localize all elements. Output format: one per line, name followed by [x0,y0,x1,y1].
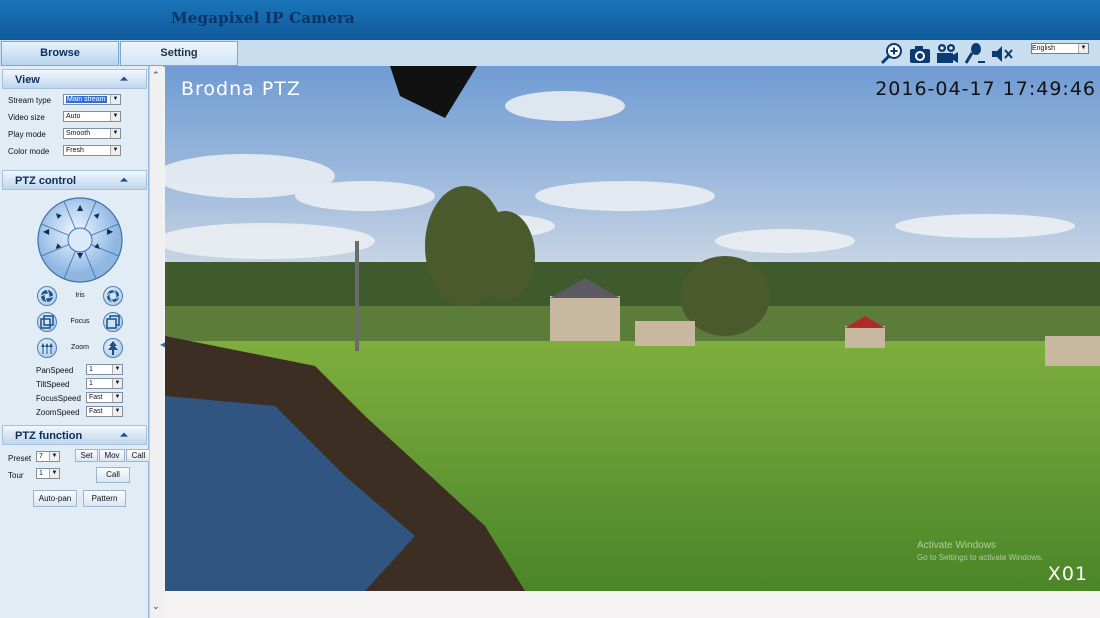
camera-scene-image [165,66,1100,591]
video-record-icon[interactable] [935,42,958,64]
pan-right-arrow-icon[interactable]: ▶ [107,227,113,236]
play-mode-value: Smooth [66,130,91,137]
ptz-control-section-header[interactable]: PTZ control ⏶ [2,170,147,190]
preset-set-button[interactable]: Set [75,449,98,462]
header-bar: Megapixel IP Camera [0,0,1100,40]
iris-close-icon [40,289,54,303]
pan-speed-select[interactable]: 1 ▼ [86,364,123,375]
preset-call-button[interactable]: Call [126,449,151,462]
focus-label: Focus [70,318,90,325]
scroll-up-icon[interactable]: ⌃ [152,71,160,81]
chevron-down-icon: ▼ [110,112,120,121]
osd-channel: X01 [1047,563,1088,585]
pattern-button[interactable]: Pattern [83,490,126,507]
iris-label: Iris [75,292,85,299]
preset-move-button[interactable]: Mov [99,449,125,462]
watermark-line1: Activate Windows [917,540,996,551]
chevron-down-icon: ▼ [112,365,122,374]
color-mode-value: Fresh [66,147,84,154]
tour-select[interactable]: 1 ▼ [36,468,60,479]
tour-call-button[interactable]: Call [96,467,130,483]
pan-speed-value: 1 [89,366,93,373]
tilt-speed-label: TiltSpeed [36,380,70,389]
sidebar: View ⏶ Stream type Main stream ▼ Video s… [0,66,151,618]
chevron-down-icon: ▼ [110,129,120,138]
focus-far-button[interactable] [103,312,123,332]
pan-speed-label: PanSpeed [36,366,74,375]
pan-down-arrow-icon[interactable]: ▼ [77,251,83,260]
chevron-down-icon: ▼ [110,146,120,155]
video-feed[interactable]: Brodna PTZ 2016-04-17 17:49:46 X01 Activ… [165,66,1100,591]
zoom-speed-label: ZoomSpeed [36,408,80,417]
stream-type-value: Main stream [66,96,107,103]
color-mode-select[interactable]: Fresh ▼ [63,145,121,156]
collapse-sidebar-icon[interactable]: ◀ [160,340,166,350]
zoom-speed-select[interactable]: Fast ▼ [86,406,123,417]
microphone-icon[interactable] [963,42,985,64]
ptz-function-section-header[interactable]: PTZ function ⏶ [2,425,147,445]
chevron-down-icon: ▼ [110,95,120,104]
camera-icon[interactable] [908,42,930,64]
collapse-up-icon[interactable]: ⏶ [120,70,128,90]
video-size-select[interactable]: Auto ▼ [63,111,121,122]
app-title: Megapixel IP Camera [171,9,355,27]
focus-speed-value: Fast [89,394,103,401]
zoom-in-icon[interactable] [880,42,902,65]
collapse-up-icon[interactable]: ⏶ [120,426,128,446]
preset-value: 7 [39,453,43,460]
osd-datetime: 2016-04-17 17:49:46 [875,78,1096,100]
view-section-title: View [15,74,40,86]
ptz-function-section-title: PTZ function [15,430,83,442]
zoom-out-icon [41,343,53,354]
play-mode-select[interactable]: Smooth ▼ [63,128,121,139]
osd-camera-title: Brodna PTZ [181,78,301,100]
collapse-up-icon[interactable]: ⏶ [120,171,128,191]
focus-speed-select[interactable]: Fast ▼ [86,392,123,403]
focus-far-icon [106,315,120,329]
pan-up-arrow-icon[interactable]: ▲ [77,203,83,212]
view-section-header[interactable]: View ⏶ [2,69,147,89]
pan-left-arrow-icon[interactable]: ◀ [43,227,49,236]
tab-browse[interactable]: Browse [1,41,119,66]
chevron-down-icon: ▼ [112,407,122,416]
tour-value: 1 [39,470,43,477]
auto-pan-button[interactable]: Auto-pan [33,490,77,507]
tilt-speed-value: 1 [89,380,93,387]
language-value: English [1032,45,1055,52]
tour-label: Tour [8,471,24,480]
focus-near-button[interactable] [37,312,57,332]
stream-type-label: Stream type [8,96,52,105]
iris-open-icon [106,289,120,303]
focus-near-icon [40,315,54,329]
watermark-line2: Go to Settings to activate Windows. [917,553,1044,562]
chevron-down-icon: ▼ [49,452,59,461]
stream-type-select[interactable]: Main stream ▼ [63,94,121,105]
speaker-mute-icon[interactable] [990,42,1013,64]
bottom-strip [165,591,1100,618]
zoom-speed-value: Fast [89,408,103,415]
zoom-in-button[interactable] [103,338,123,358]
chevron-down-icon: ▼ [1078,44,1088,53]
iris-open-button[interactable] [103,286,123,306]
language-select[interactable]: English ▼ [1031,43,1089,54]
tab-setting[interactable]: Setting [120,41,238,66]
color-mode-label: Color mode [8,147,50,156]
iris-close-button[interactable] [37,286,57,306]
chevron-down-icon: ▼ [49,469,59,478]
preset-label: Preset [8,454,32,463]
activate-windows-watermark: Activate Windows Go to Settings to activ… [917,540,1043,564]
video-size-label: Video size [8,113,45,122]
zoom-in-tree-icon [108,341,118,355]
focus-speed-label: FocusSpeed [36,394,81,403]
video-size-value: Auto [66,113,81,120]
scroll-down-icon[interactable]: ⌄ [152,602,160,612]
zoom-out-button[interactable] [37,338,57,358]
zoom-label: Zoom [71,344,89,351]
play-mode-label: Play mode [8,130,46,139]
tilt-speed-select[interactable]: 1 ▼ [86,378,123,389]
ptz-control-section-title: PTZ control [15,175,77,187]
chevron-down-icon: ▼ [112,393,122,402]
preset-select[interactable]: 7 ▼ [36,451,60,462]
chevron-down-icon: ▼ [112,379,122,388]
